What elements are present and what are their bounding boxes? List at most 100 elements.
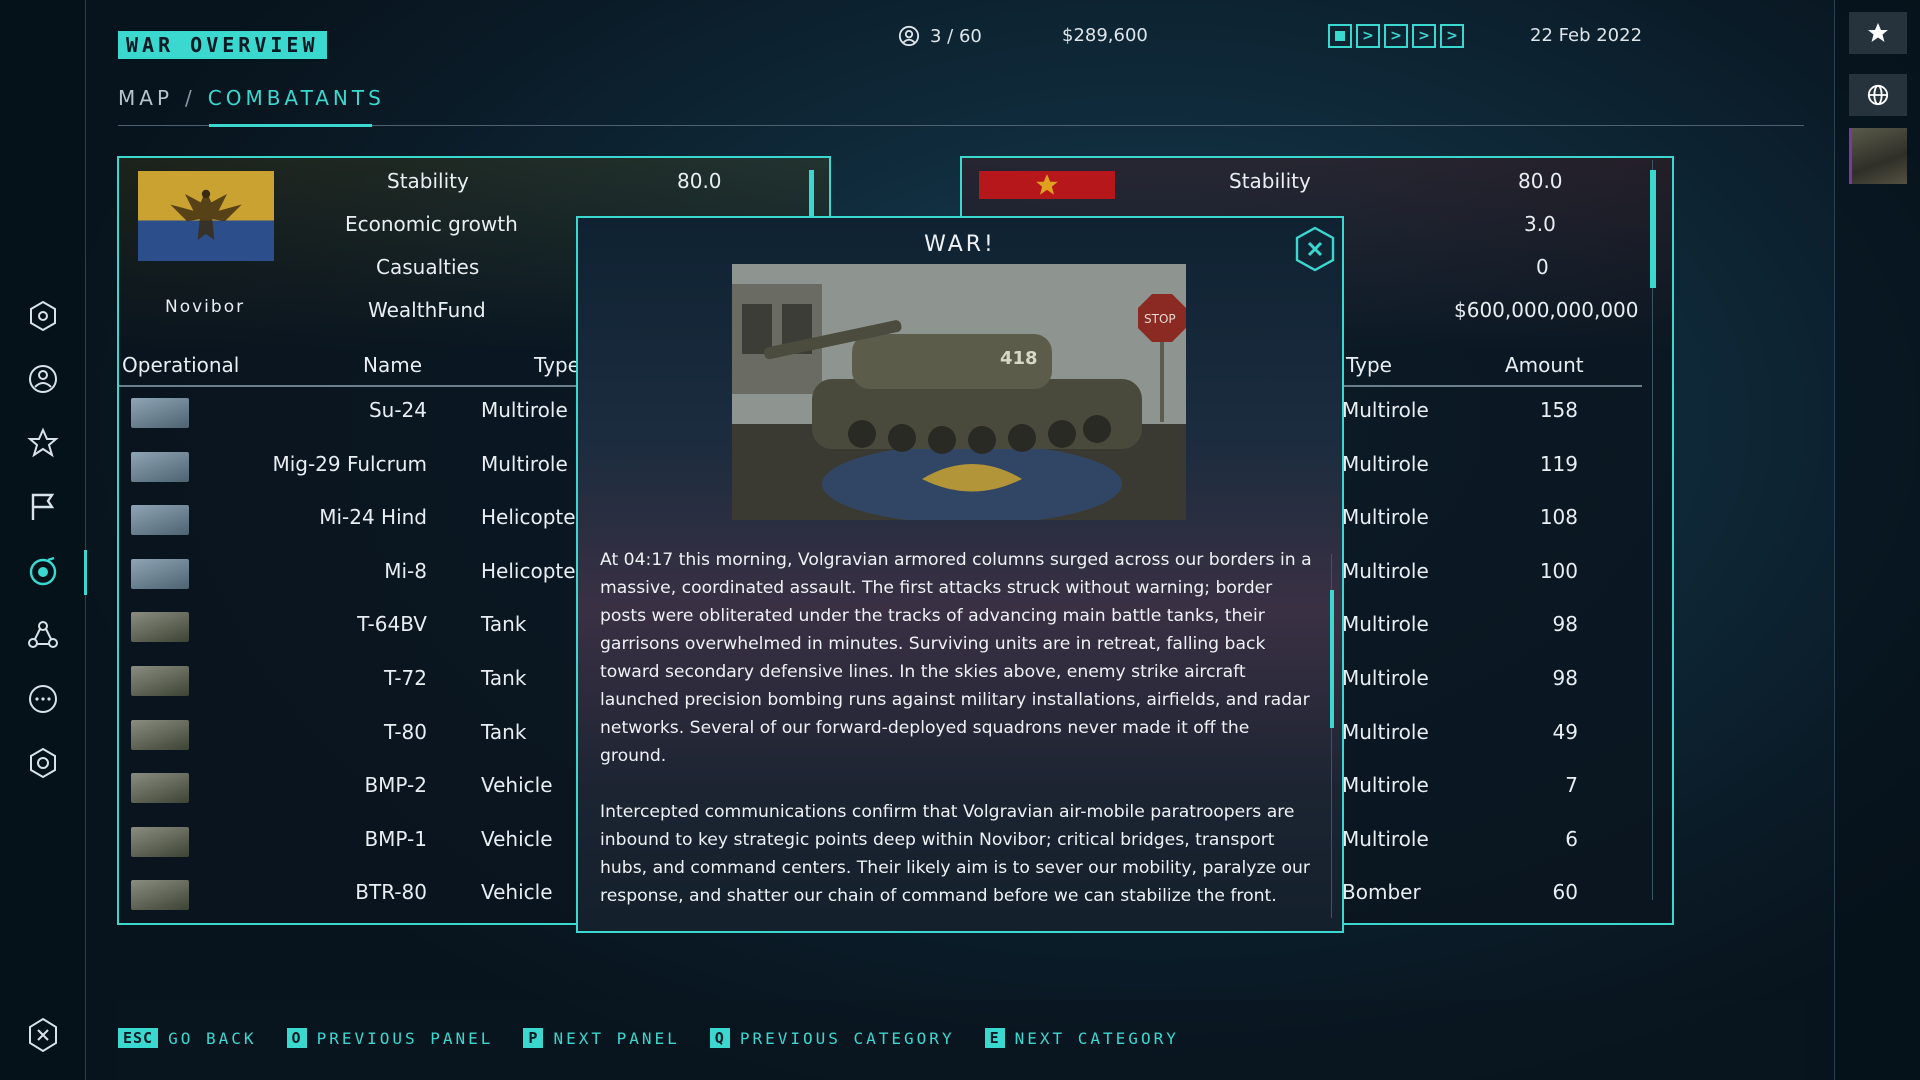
unit-amount: 60 [1552, 880, 1578, 905]
stop-sign-text: STOP [1144, 312, 1176, 326]
settings-hex-icon[interactable] [24, 744, 62, 782]
unit-name: T-72 [383, 666, 427, 690]
favorite-button[interactable] [1849, 12, 1907, 54]
unit-thumbnail [131, 880, 189, 911]
unit-amount: 119 [1539, 451, 1578, 476]
unit-amount: 98 [1552, 666, 1578, 690]
speed-1-button[interactable]: > [1356, 24, 1380, 48]
left-nav-bar [0, 0, 87, 1080]
unit-thumbnail [131, 612, 189, 643]
chat-icon[interactable] [24, 680, 62, 718]
unit-type: Multirole [1342, 612, 1429, 637]
dialog-scrollbar[interactable] [1330, 590, 1334, 728]
unit-type: Multirole [1342, 826, 1429, 851]
key-q: Q [709, 1028, 730, 1048]
col-name[interactable]: Name [363, 353, 422, 377]
exit-hex-icon[interactable] [24, 1016, 62, 1054]
label-next-panel: NEXT PANEL [553, 1028, 680, 1048]
star-icon[interactable] [24, 424, 62, 462]
unit-type: Tank [481, 719, 527, 744]
footer-hotkeys: ESC GO BACK O PREVIOUS PANEL P NEXT PANEL Q… [118, 1028, 1209, 1048]
breadcrumb-separator: / [185, 86, 196, 110]
pause-button[interactable] [1328, 24, 1352, 48]
tank-thumbnail[interactable] [1849, 128, 1907, 184]
war-event-dialog: WAR! 418 STOP At 04:17 this morning, Vol… [576, 216, 1344, 933]
unit-type: Helicopter [481, 558, 584, 583]
unit-type: Tank [481, 666, 527, 690]
star-emblem-icon [1036, 174, 1058, 195]
unit-amount: 108 [1539, 505, 1578, 530]
unit-type: Multirole [1342, 666, 1429, 690]
key-o: O [286, 1028, 307, 1048]
unit-name: Mi-24 Hind [319, 505, 427, 530]
hotkey-next-panel[interactable]: P NEXT PANEL [523, 1028, 679, 1048]
unit-type: Multirole [481, 398, 568, 422]
country-name: Novibor [165, 297, 246, 317]
globe-button[interactable] [1849, 74, 1907, 116]
unit-type: Helicopter [481, 505, 584, 530]
speed-3-button[interactable]: > [1412, 24, 1436, 48]
stat-value-stability-right: 80.0 [1518, 169, 1563, 193]
player-count-value: 3 / 60 [930, 25, 982, 47]
col-type-right[interactable]: Type [1346, 353, 1392, 377]
breadcrumb-combatants[interactable]: COMBATANTS [208, 86, 385, 110]
hotkey-previous-category[interactable]: Q PREVIOUS CATEGORY [709, 1028, 955, 1048]
unit-type: Vehicle [481, 826, 553, 851]
stat-label-stability-right: Stability [1229, 169, 1311, 193]
speed-2-button[interactable]: > [1384, 24, 1408, 48]
novibor-flag [138, 171, 274, 261]
stat-value-economic-growth-right: 3.0 [1524, 212, 1556, 236]
right-side-bar [1834, 0, 1920, 1080]
label-go-back: GO BACK [168, 1028, 257, 1048]
stat-value-wealthfund-right: $600,000,000,000 [1454, 298, 1639, 322]
unit-name: Mig-29 Fulcrum [272, 451, 427, 476]
label-previous-panel: PREVIOUS PANEL [316, 1028, 494, 1048]
speed-4-button[interactable]: > [1440, 24, 1464, 48]
stat-label-economic-growth: Economic growth [345, 212, 518, 236]
unit-type: Multirole [1342, 398, 1429, 422]
col-amount-right[interactable]: Amount [1505, 353, 1584, 377]
volgravia-flag [979, 171, 1115, 199]
unit-thumbnail [131, 451, 189, 482]
unit-amount: 98 [1552, 612, 1578, 637]
star-filled-icon [1868, 23, 1888, 42]
unit-type: Vehicle [481, 880, 553, 905]
unit-name: T-80 [383, 719, 427, 744]
unit-type: Multirole [1342, 505, 1429, 530]
col-type[interactable]: Type [534, 353, 580, 377]
stat-label-wealthfund: WealthFund [368, 298, 486, 322]
close-button[interactable] [1294, 226, 1336, 272]
target-icon[interactable] [24, 552, 62, 590]
unit-name: Mi-8 [384, 558, 427, 583]
unit-amount: 49 [1552, 719, 1578, 744]
home-hex-icon[interactable] [24, 297, 62, 335]
unit-name: BTR-80 [355, 880, 427, 905]
right-panel-scrollbar[interactable] [1650, 170, 1656, 288]
flag-icon[interactable] [24, 488, 62, 526]
unit-type: Tank [481, 612, 527, 637]
unit-name: Su-24 [368, 398, 427, 422]
player-count: 3 / 60 [898, 25, 982, 47]
war-tank-image: 418 STOP [732, 264, 1186, 520]
left-panel-scrollbar[interactable] [809, 170, 814, 218]
breadcrumb-map[interactable]: MAP [118, 86, 173, 110]
dialog-title: WAR! [924, 232, 996, 257]
profile-icon[interactable] [24, 360, 62, 398]
unit-thumbnail [131, 826, 189, 857]
network-icon[interactable] [24, 616, 62, 654]
breadcrumb: MAP / COMBATANTS [118, 86, 385, 110]
col-operational[interactable]: Operational [122, 353, 239, 377]
unit-thumbnail [131, 558, 189, 589]
hotkey-previous-panel[interactable]: O PREVIOUS PANEL [286, 1028, 494, 1048]
page-title: WAR OVERVIEW [118, 31, 327, 59]
tank-number-text: 418 [1000, 348, 1038, 369]
unit-type: Multirole [481, 451, 568, 476]
nav-active-indicator [84, 550, 87, 595]
unit-type: Vehicle [481, 773, 553, 798]
close-hex-icon [1295, 226, 1335, 272]
hotkey-go-back[interactable]: ESC GO BACK [118, 1028, 257, 1048]
unit-amount: 100 [1539, 558, 1578, 583]
hotkey-next-category[interactable]: E NEXT CATEGORY [984, 1028, 1179, 1048]
unit-type: Multirole [1342, 558, 1429, 583]
dialog-body-text: At 04:17 this morning, Volgravian armore… [600, 550, 1312, 906]
